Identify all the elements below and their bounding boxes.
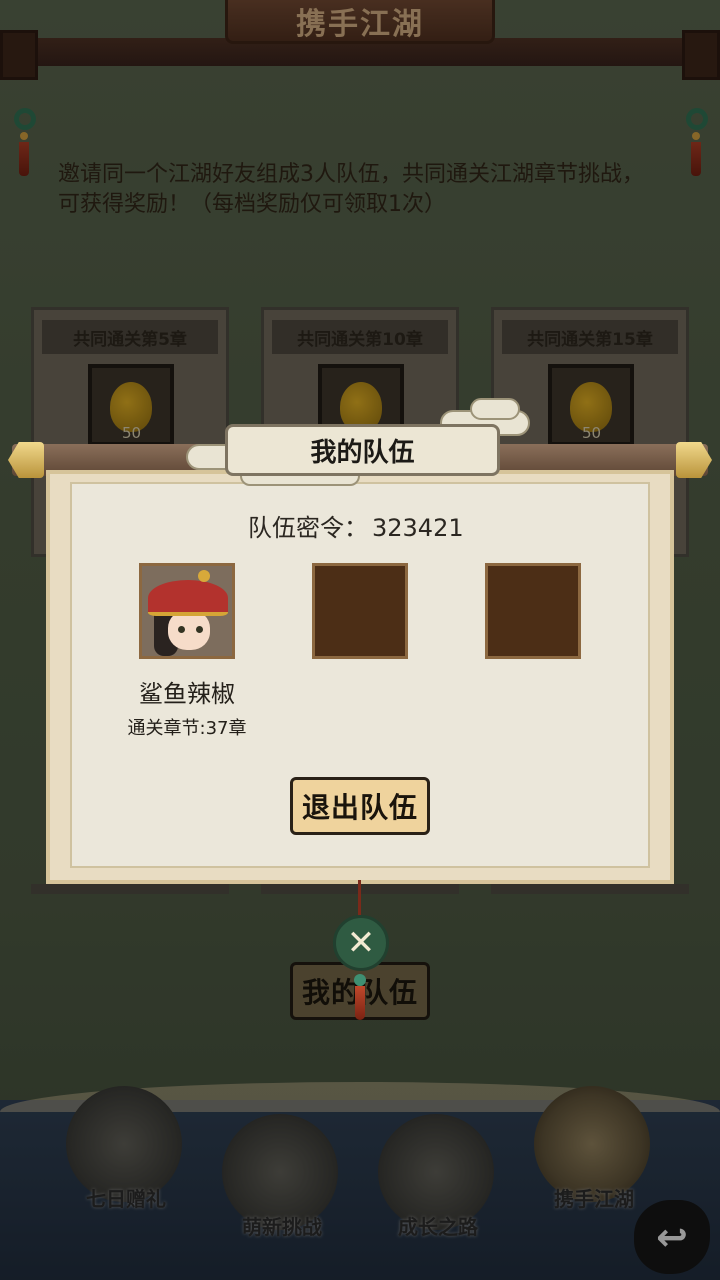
cloud-decoration-icon (470, 398, 520, 420)
menu-growth-path[interactable]: 成长之路 (378, 1114, 498, 1239)
reward-card-title: 共同通关第10章 (272, 320, 448, 354)
right-post (682, 30, 720, 80)
reward-item-frame: 50 (548, 364, 634, 446)
reward-card-title: 共同通关第5章 (42, 320, 218, 354)
exit-team-button[interactable]: 退出队伍 (290, 777, 430, 835)
close-cord (358, 880, 361, 920)
tassel-bead-icon (354, 974, 366, 986)
menu-hand-in-hand[interactable]: 携手江湖 (534, 1086, 654, 1211)
team-code-label: 队伍密令： (248, 514, 368, 542)
reward-card-lower (31, 884, 229, 894)
avatar (142, 566, 232, 656)
page-title-plaque: 携手江湖 (225, 0, 495, 44)
member-slot-2[interactable] (312, 563, 408, 659)
page-title: 携手江湖 (296, 6, 424, 42)
team-code-value: 323421 (372, 514, 464, 542)
reward-item-frame: 50 (88, 364, 174, 446)
menu-label: 萌新挑战 (242, 1215, 322, 1239)
left-tassel-icon (14, 108, 36, 176)
intro-text: 邀请同一个江湖好友组成3人队伍，共同通关江湖章节挑战，可获得奖励！（每档奖励仅可… (58, 162, 644, 217)
back-arrow-icon[interactable]: ↩ (634, 1200, 710, 1274)
team-modal-title: 我的队伍 (225, 424, 500, 476)
reward-item-count: 50 (122, 424, 142, 442)
member-slot-3[interactable] (485, 563, 581, 659)
menu-label: 携手江湖 (554, 1187, 634, 1211)
team-code: 队伍密令： 323421 (248, 508, 464, 543)
left-post (0, 30, 38, 80)
member-name: 鲨鱼辣椒 (139, 680, 235, 708)
reward-card-lower (491, 884, 689, 894)
reward-card-title: 共同通关第15章 (502, 320, 678, 354)
close-icon[interactable]: ✕ (333, 915, 389, 971)
member-slot-1[interactable] (139, 563, 235, 659)
menu-newbie-challenge[interactable]: 萌新挑战 (222, 1114, 342, 1239)
right-tassel-icon (686, 108, 708, 176)
menu-label: 七日赠礼 (86, 1187, 166, 1211)
reward-item-count: 50 (582, 424, 602, 442)
member-chapter: 通关章节:37章 (127, 718, 247, 739)
menu-label: 成长之路 (398, 1215, 478, 1239)
menu-seven-day-gift[interactable]: 七日赠礼 (66, 1086, 186, 1211)
tassel-icon (355, 986, 365, 1020)
